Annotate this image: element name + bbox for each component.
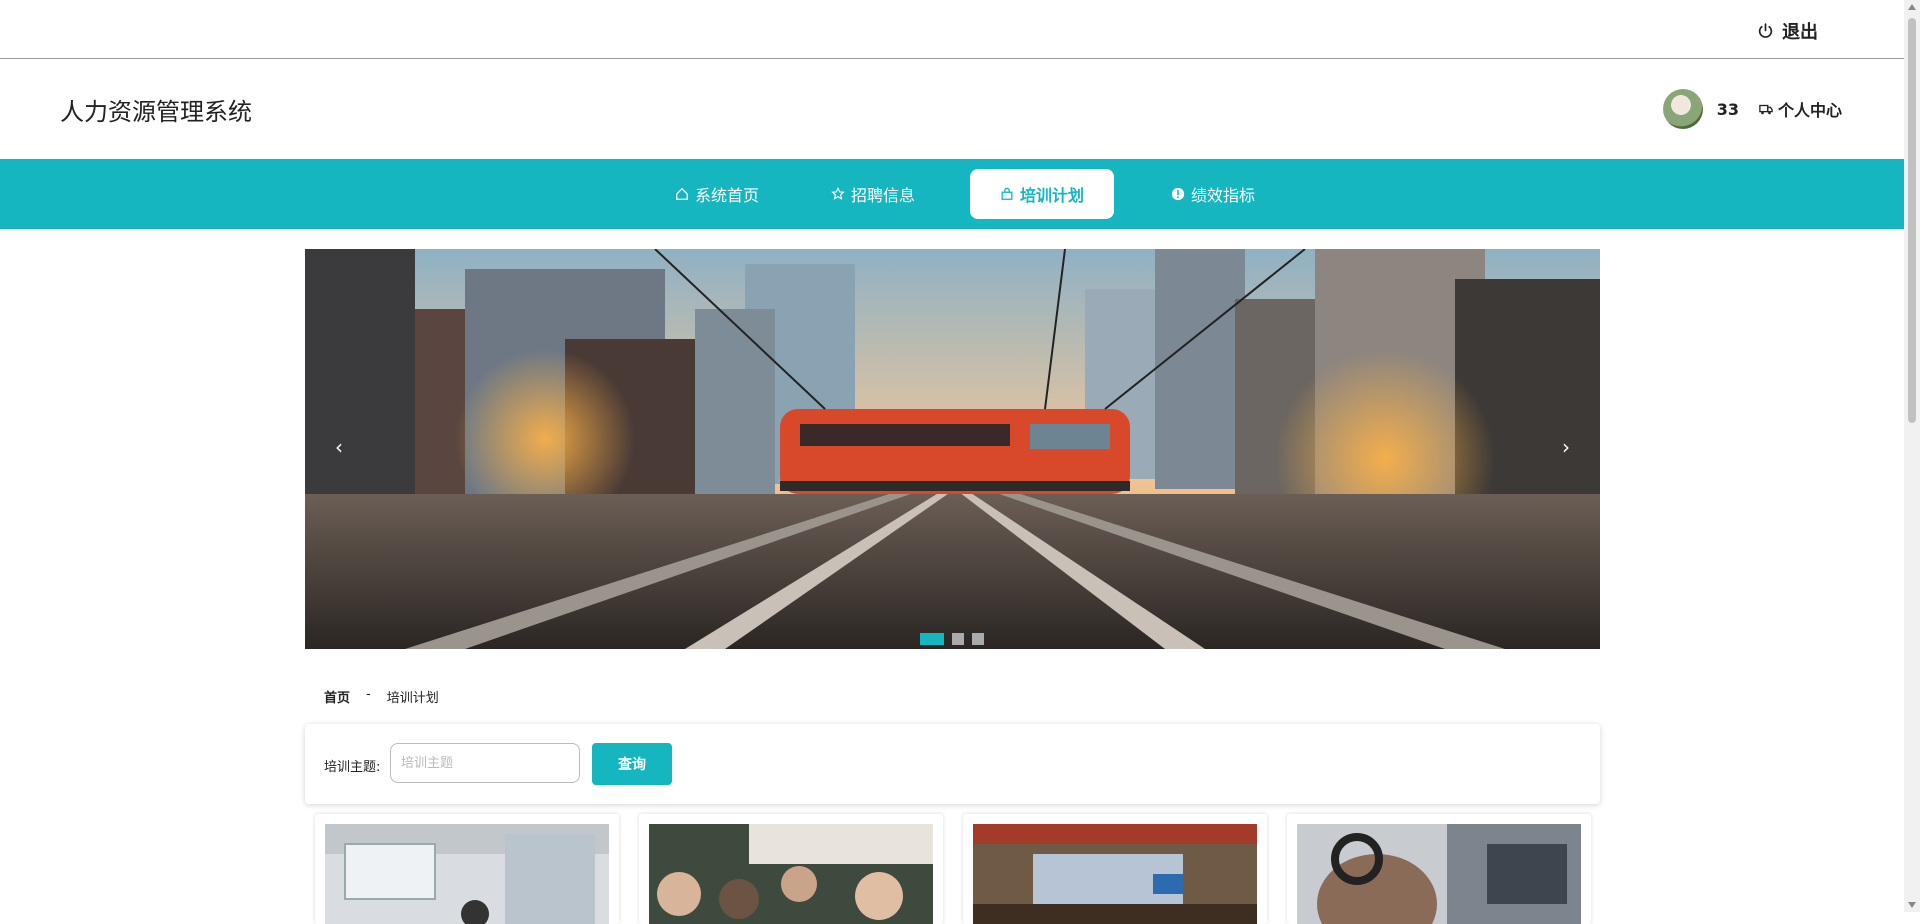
search-button[interactable]: 查询 xyxy=(592,743,672,785)
nav-item-label: 培训计划 xyxy=(1019,186,1084,205)
breadcrumb: 首页 - 培训计划 xyxy=(324,687,439,706)
logout-button[interactable]: 退出 xyxy=(1757,18,1818,44)
carousel-prev-button[interactable]: ‹ xyxy=(325,433,353,461)
main-nav: 系统首页 招聘信息 培训计划 绩效指标 xyxy=(0,159,1904,229)
home-icon xyxy=(676,187,688,200)
scroll-down-arrow[interactable] xyxy=(1908,902,1916,908)
training-topic-input[interactable] xyxy=(390,743,580,783)
header: 人力资源管理系统 33 个人中心 xyxy=(0,59,1904,159)
page-scrollbar[interactable] xyxy=(1904,0,1920,912)
avatar[interactable] xyxy=(1662,89,1703,129)
carousel-dot[interactable] xyxy=(972,633,984,645)
nav-item-label: 绩效指标 xyxy=(1190,186,1255,205)
search-label: 培训主题: xyxy=(324,760,381,775)
nav-item-label: 招聘信息 xyxy=(850,186,915,205)
scroll-thumb[interactable] xyxy=(1908,18,1916,423)
user-area: 33 个人中心 xyxy=(1662,89,1842,129)
truck-icon xyxy=(1759,104,1773,115)
carousel-indicators xyxy=(920,633,984,645)
carousel-dot[interactable] xyxy=(952,633,964,645)
top-bar: 退出 xyxy=(0,0,1904,59)
card-image xyxy=(325,824,609,924)
personal-center-link[interactable]: 个人中心 xyxy=(1759,97,1842,121)
training-card[interactable] xyxy=(963,814,1267,924)
card-image xyxy=(973,824,1257,924)
banner-carousel[interactable]: ‹ › xyxy=(305,249,1600,649)
training-card[interactable] xyxy=(315,814,619,924)
training-card[interactable] xyxy=(1287,814,1591,924)
star-icon xyxy=(831,187,845,200)
banner-image xyxy=(305,249,1600,649)
username: 33 xyxy=(1716,99,1739,119)
bag-icon xyxy=(1001,187,1013,200)
training-card-list xyxy=(315,814,1591,924)
nav-item-recruitment[interactable]: 招聘信息 xyxy=(798,169,948,219)
nav-item-home[interactable]: 系统首页 xyxy=(652,169,782,219)
logout-label: 退出 xyxy=(1782,22,1818,43)
power-icon xyxy=(1758,22,1773,38)
scroll-up-arrow[interactable] xyxy=(1908,4,1916,10)
training-card[interactable] xyxy=(639,814,943,924)
search-panel: 培训主题: 查询 xyxy=(305,724,1600,804)
personal-center-label: 个人中心 xyxy=(1777,101,1842,120)
card-image xyxy=(649,824,933,924)
nav-item-training[interactable]: 培训计划 xyxy=(970,169,1114,219)
breadcrumb-current: 培训计划 xyxy=(386,691,439,706)
site-title: 人力资源管理系统 xyxy=(60,98,252,126)
nav-item-performance[interactable]: 绩效指标 xyxy=(1148,169,1278,219)
nav-item-label: 系统首页 xyxy=(694,186,759,205)
info-circle-icon xyxy=(1171,187,1185,201)
breadcrumb-separator: - xyxy=(366,687,371,702)
carousel-next-button[interactable]: › xyxy=(1552,433,1580,461)
card-image xyxy=(1297,824,1581,924)
breadcrumb-home[interactable]: 首页 xyxy=(324,687,350,706)
carousel-dot[interactable] xyxy=(920,633,944,645)
